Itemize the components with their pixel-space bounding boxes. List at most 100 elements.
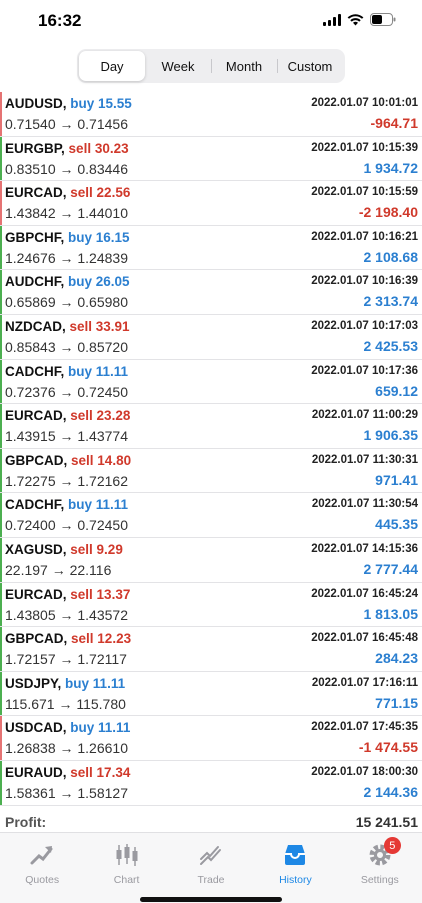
cellular-signal-icon — [323, 13, 341, 26]
trade-side: sell 9.29 — [70, 541, 123, 557]
trade-prices: 115.671 → 115.780 — [5, 695, 126, 712]
tab-settings[interactable]: 5 Settings — [338, 833, 422, 903]
trade-side: sell 30.23 — [68, 140, 129, 156]
trade-time: 2022.01.07 18:00:30 — [311, 765, 418, 778]
trade-time: 2022.01.07 10:17:36 — [311, 364, 418, 377]
trade-profit: 1 813.05 — [363, 605, 419, 622]
trade-row[interactable]: AUDCHF, buy 26.05 2022.01.07 10:16:39 0.65… — [0, 270, 422, 315]
trade-profit: 659.12 — [375, 382, 418, 399]
trade-profit: -2 198.40 — [358, 204, 418, 221]
trade-side: buy 15.55 — [70, 96, 132, 111]
trade-row[interactable]: CADCHF, buy 11.11 2022.01.07 11:30:54 0.72… — [0, 493, 422, 538]
wifi-icon — [347, 13, 364, 26]
segment-month[interactable]: Month — [211, 51, 277, 81]
quotes-icon — [28, 841, 56, 869]
trade-time: 2022.01.07 10:16:39 — [311, 275, 418, 288]
tab-chart[interactable]: Chart — [84, 833, 168, 903]
trade-result-bar — [0, 136, 2, 181]
trade-time: 2022.01.07 17:16:11 — [311, 676, 418, 689]
trade-time: 2022.01.07 10:15:39 — [311, 141, 418, 154]
trade-row[interactable]: GBPCHF, buy 16.15 2022.01.07 10:16:21 1.24… — [0, 225, 422, 271]
trade-prices: 1.43842 → 1.44010 — [5, 205, 128, 222]
period-segmented-control: Day Week Month Custom — [77, 49, 345, 83]
trade-profit: 1 906.35 — [363, 427, 419, 444]
trade-time: 2022.01.07 16:45:48 — [311, 632, 418, 645]
trade-result-bar — [0, 671, 2, 716]
home-indicator — [140, 897, 282, 902]
trade-symbol: EURCAD, sell 23.28 — [5, 408, 131, 424]
trade-side: buy 11.11 — [70, 720, 131, 736]
tab-chart-label: Chart — [113, 874, 140, 886]
trade-symbol: GBPCAD, sell 12.23 — [5, 631, 132, 647]
tab-history[interactable]: History — [253, 833, 337, 903]
chart-icon — [113, 841, 141, 869]
trade-prices: 22.197 → 22.116 — [5, 561, 112, 578]
segment-custom[interactable]: Custom — [277, 51, 343, 81]
tab-quotes-label: Quotes — [25, 874, 60, 886]
trade-side: buy 16.15 — [68, 229, 130, 245]
trade-result-bar — [0, 92, 2, 136]
trade-row[interactable]: EURCAD, sell 22.56 2022.01.07 10:15:59 1.4… — [0, 181, 422, 226]
trade-symbol: AUDUSD, buy 15.55 — [5, 96, 132, 111]
trade-row[interactable]: AUDUSD, buy 15.55 2022.01.07 10:01:01 0.71… — [0, 92, 422, 137]
trade-profit: 445.35 — [375, 516, 418, 533]
history-icon — [281, 841, 309, 869]
trade-side: sell 22.56 — [70, 185, 131, 201]
trade-result-bar — [0, 181, 2, 225]
trade-icon — [197, 841, 225, 869]
trade-side: sell 14.80 — [71, 452, 132, 468]
trade-side: buy 26.05 — [68, 274, 130, 290]
trade-row[interactable]: EURCAD, sell 13.37 2022.01.07 16:45:24 1.4… — [0, 582, 422, 628]
trade-profit: 2 313.74 — [363, 293, 419, 310]
segment-day[interactable]: Day — [79, 51, 145, 81]
trade-time: 2022.01.07 10:15:59 — [311, 186, 418, 199]
trade-row[interactable]: EURAUD, sell 17.34 2022.01.07 18:00:30 1.5… — [0, 760, 422, 806]
trade-time: 2022.01.07 11:30:31 — [311, 453, 418, 466]
trade-prices: 1.58361 → 1.58127 — [5, 784, 128, 801]
trade-row[interactable]: GBPCAD, sell 12.23 2022.01.07 16:45:48 1.7… — [0, 627, 422, 672]
trade-prices: 0.65869 → 0.65980 — [5, 294, 128, 311]
trade-symbol: XAGUSD, sell 9.29 — [5, 541, 123, 557]
trade-row[interactable]: USDJPY, buy 11.11 2022.01.07 17:16:11 115.… — [0, 671, 422, 717]
trade-prices: 1.26838 → 1.26610 — [5, 740, 128, 757]
trade-time: 2022.01.07 11:00:29 — [311, 409, 418, 422]
profit-label: Profit: — [5, 814, 47, 830]
trade-row[interactable]: USDCAD, buy 11.11 2022.01.07 17:45:35 1.26… — [0, 716, 422, 761]
trade-result-bar — [0, 225, 2, 270]
tab-trade-label: Trade — [197, 874, 225, 886]
trade-row[interactable]: EURCAD, sell 23.28 2022.01.07 11:00:29 1.4… — [0, 404, 422, 449]
trade-profit: 2 144.36 — [363, 783, 419, 800]
tab-trade[interactable]: Trade — [169, 833, 253, 903]
trade-symbol: CADCHF, buy 11.11 — [5, 363, 129, 379]
trade-row[interactable]: EURGBP, sell 30.23 2022.01.07 10:15:39 0.8… — [0, 136, 422, 182]
trade-symbol: NZDCAD, sell 33.91 — [5, 318, 130, 334]
segment-week[interactable]: Week — [145, 51, 211, 81]
trade-history-list: AUDUSD, buy 15.55 2022.01.07 10:01:01 0.71… — [0, 92, 422, 806]
trade-symbol: AUDCHF, buy 26.05 — [5, 274, 130, 290]
trade-prices: 1.43805 → 1.43572 — [5, 606, 128, 623]
trade-symbol: CADCHF, buy 11.11 — [5, 497, 129, 513]
tab-history-label: History — [279, 874, 312, 886]
tab-quotes[interactable]: Quotes — [0, 833, 84, 903]
trade-time: 2022.01.07 10:17:03 — [311, 319, 418, 332]
trade-profit: 2 425.53 — [363, 337, 419, 354]
trade-profit: 284.23 — [375, 650, 418, 667]
trade-side: sell 12.23 — [71, 631, 132, 647]
trade-row[interactable]: NZDCAD, sell 33.91 2022.01.07 10:17:03 0.8… — [0, 314, 422, 360]
trade-row[interactable]: GBPCAD, sell 14.80 2022.01.07 11:30:31 1.7… — [0, 448, 422, 494]
trade-symbol: USDCAD, buy 11.11 — [5, 720, 131, 736]
trade-prices: 0.71540 → 0.71456 — [5, 116, 128, 132]
trade-prices: 1.43915 → 1.43774 — [5, 428, 128, 445]
trade-row[interactable]: CADCHF, buy 11.11 2022.01.07 10:17:36 0.72… — [0, 359, 422, 405]
status-time: 16:32 — [38, 11, 82, 30]
trade-symbol: GBPCAD, sell 14.80 — [5, 452, 132, 468]
trade-prices: 1.72275 → 1.72162 — [5, 472, 128, 489]
trade-symbol: GBPCHF, buy 16.15 — [5, 229, 130, 245]
trade-time: 2022.01.07 16:45:24 — [311, 587, 418, 600]
trade-time: 2022.01.07 10:01:01 — [311, 97, 418, 109]
trade-result-bar — [0, 314, 2, 359]
trade-prices: 1.72157 → 1.72117 — [5, 651, 127, 668]
tab-settings-label: Settings — [360, 874, 399, 886]
trade-row[interactable]: XAGUSD, sell 9.29 2022.01.07 14:15:36 22.1… — [0, 537, 422, 583]
status-icons — [323, 13, 396, 26]
